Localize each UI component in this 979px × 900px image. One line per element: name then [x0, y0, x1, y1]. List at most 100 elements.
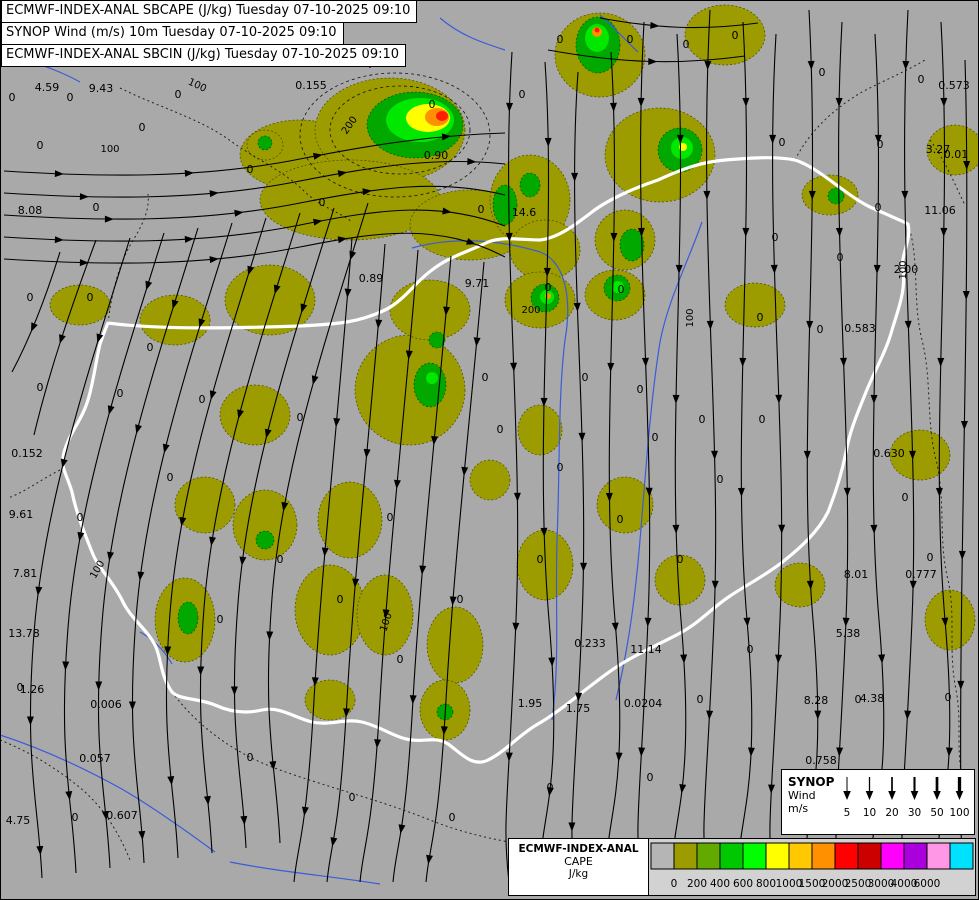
title-block: ECMWF-INDEX-ANAL SBCAPE (J/kg) Tuesday 0…	[1, 0, 418, 67]
station-value-zero: 0	[17, 681, 24, 694]
cape-tick-label: 0	[671, 878, 678, 890]
station-value-zero: 0	[699, 413, 706, 426]
cape-color-cell	[650, 842, 675, 870]
wind-legend-title: SYNOP	[788, 775, 835, 789]
station-value: 0.573	[938, 79, 970, 92]
station-value-zero: 0	[147, 341, 154, 354]
station-value-zero: 0	[519, 88, 526, 101]
station-value: 0.607	[106, 809, 138, 822]
station-value: 0.89	[359, 272, 384, 285]
station-value: 0.583	[844, 322, 876, 335]
cape-tick-label: 800	[756, 878, 776, 890]
station-value-zero: 0	[497, 423, 504, 436]
cape-color-cell	[673, 842, 698, 870]
station-value-zero: 0	[247, 163, 254, 176]
station-value-zero: 0	[545, 281, 552, 294]
wind-legend-unit: m/s	[788, 802, 809, 815]
station-value-zero: 0	[817, 323, 824, 336]
station-value: 8.01	[844, 568, 869, 581]
station-value-zero: 0	[927, 551, 934, 564]
station-value-zero: 0	[557, 33, 564, 46]
cape-color-cell	[788, 842, 813, 870]
cape-color-cell	[742, 842, 767, 870]
station-value-zero: 0	[652, 431, 659, 444]
station-value: 9.61	[9, 508, 34, 521]
title-line-wind: SYNOP Wind (m/s) 10m Tuesday 07-10-2025 …	[1, 22, 344, 45]
station-value-zero: 0	[72, 811, 79, 824]
station-value-zero: 0	[697, 693, 704, 706]
station-value-zero: 0	[945, 691, 952, 704]
wind-speed-label: 5	[844, 807, 851, 819]
cape-legend: ECMWF-INDEX-ANAL CAPE J/kg 0 200 400 600 800…	[508, 838, 976, 896]
cape-color-cell	[857, 842, 882, 870]
station-value-zero: 0	[557, 461, 564, 474]
station-value-zero: 0	[167, 471, 174, 484]
station-value-zero: 0	[647, 771, 654, 784]
station-value: 2.00	[894, 263, 919, 276]
cape-legend-titles: ECMWF-INDEX-ANAL CAPE J/kg	[509, 839, 649, 895]
contour-label: 200	[521, 305, 540, 316]
wind-arrowhead	[955, 791, 964, 800]
station-value: 11.06	[924, 204, 956, 217]
cape-color-cell	[880, 842, 905, 870]
wind-legend-labels: SYNOP Wind m/s	[782, 770, 834, 834]
station-value-zero: 0	[482, 371, 489, 384]
cape-color-cell	[719, 842, 744, 870]
weather-map: 100100200200200100100100100 4.599.430.15…	[0, 0, 979, 900]
wind-arrowhead	[910, 791, 919, 800]
wind-speed-scale: 5 10 20 30 50 100	[843, 777, 970, 819]
station-value: 13.78	[8, 627, 40, 640]
station-value-zero: 0	[877, 138, 884, 151]
station-value-zero: 0	[457, 593, 464, 606]
station-value-zero: 0	[337, 593, 344, 606]
station-value-zero: 0	[297, 411, 304, 424]
station-value-zero: 0	[93, 201, 100, 214]
wind-legend: SYNOP Wind m/s 5 10 20 30 50 100	[781, 769, 975, 835]
station-value-zero: 0	[855, 693, 862, 706]
station-value-zero: 0	[918, 73, 925, 86]
cape-legend-title: ECMWF-INDEX-ANAL	[518, 843, 639, 855]
cape-color-cell	[903, 842, 928, 870]
station-value-zero: 0	[757, 311, 764, 324]
wind-speed-label: 100	[949, 807, 969, 819]
station-value-zero: 0	[875, 201, 882, 214]
station-value-zero: 0	[537, 553, 544, 566]
cape-color-cell	[811, 842, 836, 870]
station-value-zero: 0	[67, 91, 74, 104]
wind-speed-label: 50	[930, 807, 943, 819]
wind-speed-label: 30	[908, 807, 921, 819]
station-value-zero: 0	[247, 751, 254, 764]
station-value-zero: 0	[37, 139, 44, 152]
cape-color-cell	[834, 842, 859, 870]
station-value: 4.59	[35, 81, 60, 94]
station-value: 0.155	[295, 79, 327, 92]
station-value-zero: 0	[175, 88, 182, 101]
station-value: 4.38	[860, 692, 885, 705]
station-value: 14.6	[512, 206, 537, 219]
wind-arrowhead	[933, 791, 941, 800]
cape-legend-parameter: CAPE	[564, 855, 593, 868]
station-value: 0.233	[574, 637, 606, 650]
station-value: 5.38	[836, 627, 861, 640]
station-value-zero: 0	[627, 33, 634, 46]
cape-tick-label: 200	[687, 878, 707, 890]
station-value-zero: 0	[397, 653, 404, 666]
station-value-zero: 0	[217, 613, 224, 626]
station-value: 4.75	[6, 814, 31, 827]
station-value: 11.14	[630, 643, 662, 656]
station-value-zero: 0	[732, 29, 739, 42]
station-value-zero: 0	[837, 251, 844, 264]
station-value: 0.777	[905, 568, 937, 581]
station-value: 1.75	[566, 702, 591, 715]
station-value-zero: 0	[139, 121, 146, 134]
station-value-zero: 0	[618, 283, 625, 296]
station-value: 0.01	[944, 148, 969, 161]
station-value-zero: 0	[319, 196, 326, 209]
station-value: 0.758	[805, 754, 837, 767]
wind-arrowhead	[888, 791, 896, 800]
station-value-zero: 0	[449, 811, 456, 824]
station-value-zero: 0	[582, 371, 589, 384]
station-value: 0.152	[11, 447, 43, 460]
cape-legend-unit: J/kg	[568, 868, 589, 880]
title-line-sbcin: ECMWF-INDEX-ANAL SBCIN (J/kg) Tuesday 07…	[1, 44, 407, 67]
